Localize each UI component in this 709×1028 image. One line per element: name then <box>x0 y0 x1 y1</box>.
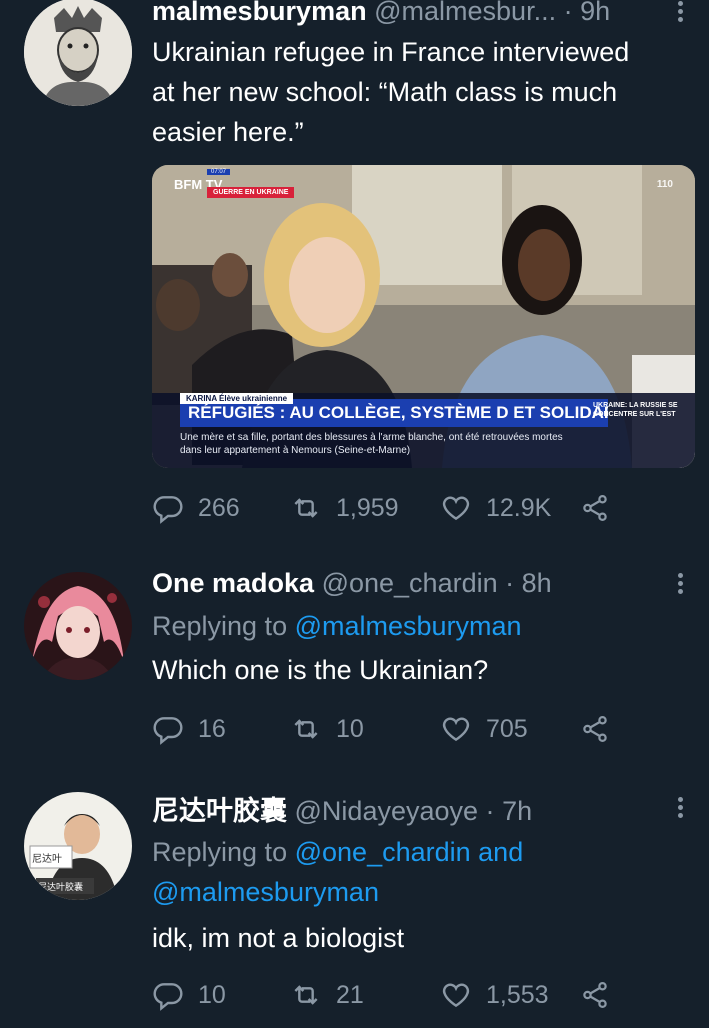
share-button[interactable] <box>580 490 624 526</box>
share-icon <box>583 716 607 742</box>
timestamp[interactable]: 8h <box>522 568 552 598</box>
reply-button[interactable]: 16 <box>152 711 226 747</box>
banner-side-text: UKRAINE: LA RUSSIE SE CONCENTRE SUR L'ES… <box>593 402 678 418</box>
display-name[interactable]: 尼达叶胶囊 <box>152 796 287 826</box>
replying-to: Replying to @malmesburyman <box>152 606 522 646</box>
share-button[interactable] <box>580 711 624 747</box>
tweet-text-line: at her new school: “Math class is much <box>152 77 618 107</box>
reply-count: 10 <box>198 981 226 1009</box>
heart-icon <box>442 717 470 742</box>
reply-count: 16 <box>198 715 226 743</box>
reply-icon <box>153 496 183 524</box>
timestamp[interactable]: 9h <box>580 0 610 26</box>
retweet-icon <box>294 985 318 1005</box>
tweet-text-line: easier here.” <box>152 117 304 147</box>
tweet-actions: 16 10 705 <box>152 711 622 747</box>
retweet-icon <box>294 719 318 739</box>
date-tag: 07:07 <box>207 169 231 175</box>
mention-link[interactable]: @malmesburyman <box>295 611 522 641</box>
tweet-media-image[interactable]: BFM TV. 07:07 GUERRE EN UKRAINE 110 RÉFU… <box>152 165 695 468</box>
avatar-anime-icon <box>24 572 132 680</box>
timestamp[interactable]: 7h <box>502 796 532 826</box>
avatar-sign-bottom: 尼达叶胶囊 <box>38 882 84 892</box>
mention-link[interactable]: @malmesburyman <box>152 877 379 907</box>
tweet-text-line: Ukrainian refugee in France interviewed <box>152 37 630 67</box>
banner-subtitle: Une mère et sa fille, portant des blessu… <box>180 432 563 456</box>
separator-dot: · <box>563 0 573 26</box>
tweet-actions: 10 21 1,553 <box>152 977 622 1013</box>
more-options-icon[interactable] <box>673 0 687 28</box>
share-icon <box>583 495 607 521</box>
retweet-count: 21 <box>336 981 364 1009</box>
replying-prefix: Replying to <box>152 837 288 867</box>
retweet-button[interactable]: 1,959 <box>290 490 399 526</box>
retweet-count: 1,959 <box>336 494 399 522</box>
tweet-1[interactable]: malmesburyman @malmesbur... · 9h Ukraini… <box>0 0 709 550</box>
reply-count: 266 <box>198 494 240 522</box>
tweet-actions: 266 1,959 12.9K <box>152 490 622 526</box>
separator-dot: · <box>485 796 495 826</box>
retweet-button[interactable]: 10 <box>290 711 364 747</box>
display-name[interactable]: One madoka <box>152 568 314 598</box>
avatar[interactable]: 尼达叶 尼达叶胶囊 <box>24 792 132 900</box>
like-button[interactable]: 1,553 <box>440 977 549 1013</box>
news-banner: RÉFUGIÉS : AU COLLÈGE, SYSTÈME D ET SOLI… <box>152 393 695 468</box>
like-count: 705 <box>486 715 528 743</box>
retweet-button[interactable]: 21 <box>290 977 364 1013</box>
tweet-2[interactable]: One madoka @one_chardin · 8h Replying to… <box>0 550 709 770</box>
tweet-text: Which one is the Ukrainian? <box>152 655 489 685</box>
more-options-icon[interactable] <box>673 794 687 824</box>
reply-button[interactable]: 10 <box>152 977 226 1013</box>
replying-to: Replying to @one_chardin and <box>152 832 523 872</box>
handle[interactable]: @Nidayeyaoye <box>295 796 479 826</box>
heart-icon <box>442 983 470 1008</box>
retweet-icon <box>294 498 318 518</box>
avatar[interactable] <box>24 0 132 106</box>
tweet-text: Ukrainian refugee in France interviewed … <box>152 32 685 152</box>
name-tag: KARINA Élève ukrainienne <box>180 393 294 404</box>
like-button[interactable]: 12.9K <box>440 490 551 526</box>
replying-to-line-2: @malmesburyman <box>152 872 379 912</box>
replying-and: and <box>478 837 524 867</box>
handle[interactable]: @malmesbur... <box>374 0 556 26</box>
reply-icon <box>153 983 183 1011</box>
reply-button[interactable]: 266 <box>152 490 240 526</box>
section-tag: GUERRE EN UKRAINE <box>207 187 295 198</box>
like-count: 1,553 <box>486 981 549 1009</box>
tweet-3[interactable]: 尼达叶 尼达叶胶囊 尼达叶胶囊 @Nidayeyaoye · 7h Replyi… <box>0 770 709 1028</box>
share-icon <box>583 982 607 1008</box>
more-options-icon[interactable] <box>673 570 687 600</box>
tweet-text: idk, im not a biologist <box>152 923 405 953</box>
display-name[interactable]: malmesburyman <box>152 0 367 26</box>
mention-link[interactable]: @one_chardin <box>295 837 471 867</box>
avatar-portrait-icon <box>24 0 132 106</box>
replying-prefix: Replying to <box>152 611 288 641</box>
avatar[interactable] <box>24 572 132 680</box>
like-button[interactable]: 705 <box>440 711 528 747</box>
avatar-sign-top: 尼达叶 <box>32 854 62 865</box>
corner-logo: 110 <box>656 179 673 190</box>
retweet-count: 10 <box>336 715 364 743</box>
like-count: 12.9K <box>486 494 552 522</box>
heart-icon <box>442 496 470 521</box>
share-button[interactable] <box>580 977 624 1013</box>
separator-dot: · <box>505 568 515 598</box>
handle[interactable]: @one_chardin <box>322 568 498 598</box>
reply-icon <box>153 717 183 745</box>
